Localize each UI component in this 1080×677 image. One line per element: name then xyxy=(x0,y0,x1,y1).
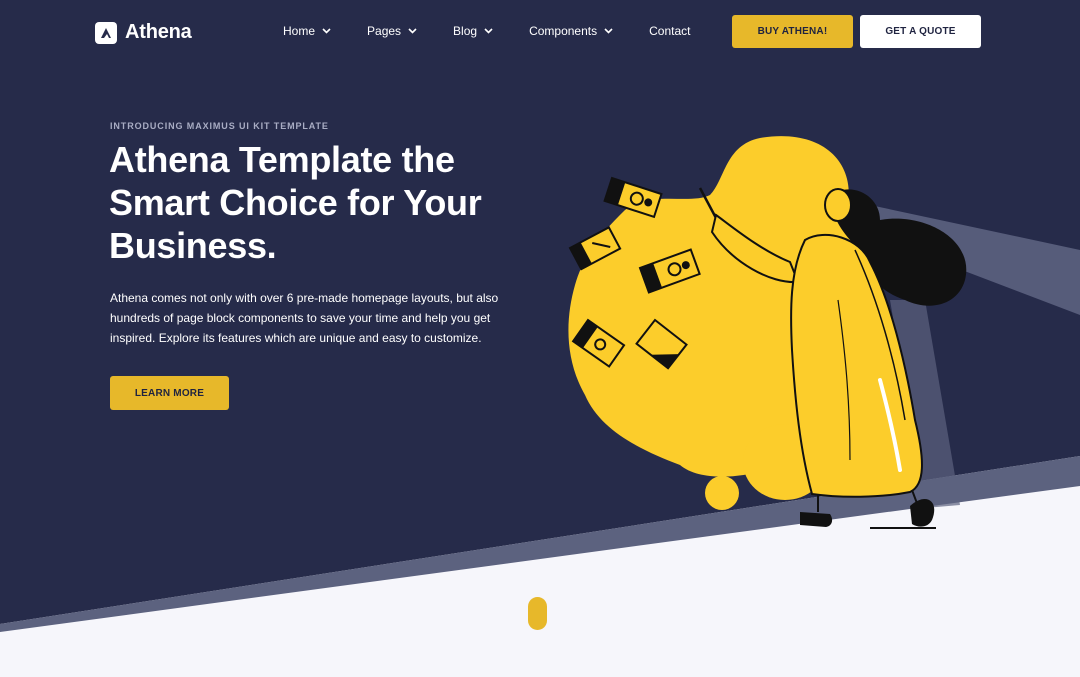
hero-description: Athena comes not only with over 6 pre-ma… xyxy=(110,291,499,345)
hero-illustration xyxy=(568,136,967,529)
hero-title-line: Smart Choice for Your xyxy=(109,182,482,223)
nav-item-pages[interactable]: Pages xyxy=(367,24,417,38)
brand-logo[interactable]: Athena xyxy=(95,21,192,44)
chevron-down-icon xyxy=(604,28,613,34)
chevron-down-icon xyxy=(322,28,331,34)
hero-title-line: Athena Template the xyxy=(109,139,455,180)
hero-title: Athena Template the Smart Choice for You… xyxy=(109,138,529,267)
buy-athena-button[interactable]: BUY ATHENA! xyxy=(732,15,853,48)
nav-item-label: Blog xyxy=(453,24,478,38)
main-nav: Home Pages Blog Components Contact xyxy=(283,24,690,38)
hero-eyebrow: INTRODUCING MAXIMUS UI KIT TEMPLATE xyxy=(110,121,329,131)
scroll-indicator[interactable] xyxy=(528,597,547,630)
nav-item-blog[interactable]: Blog xyxy=(453,24,493,38)
learn-more-button[interactable]: LEARN MORE xyxy=(110,376,229,410)
nav-item-label: Components xyxy=(529,24,598,38)
hero-title-line: Business. xyxy=(109,225,277,266)
chevron-down-icon xyxy=(408,28,417,34)
top-navbar: Athena Home Pages Blog Components Contac… xyxy=(0,0,1080,64)
money-bill-icon xyxy=(603,176,663,219)
get-quote-button[interactable]: GET A QUOTE xyxy=(860,15,981,48)
nav-item-home[interactable]: Home xyxy=(283,24,331,38)
nav-item-label: Pages xyxy=(367,24,402,38)
brand-name: Athena xyxy=(125,21,192,43)
nav-item-label: Contact xyxy=(649,24,691,38)
yellow-dot xyxy=(705,476,739,510)
chevron-down-icon xyxy=(484,28,493,34)
athena-logo-icon xyxy=(95,21,117,44)
nav-item-components[interactable]: Components xyxy=(529,24,613,38)
nav-item-label: Home xyxy=(283,24,316,38)
nav-item-contact[interactable]: Contact xyxy=(649,24,690,38)
